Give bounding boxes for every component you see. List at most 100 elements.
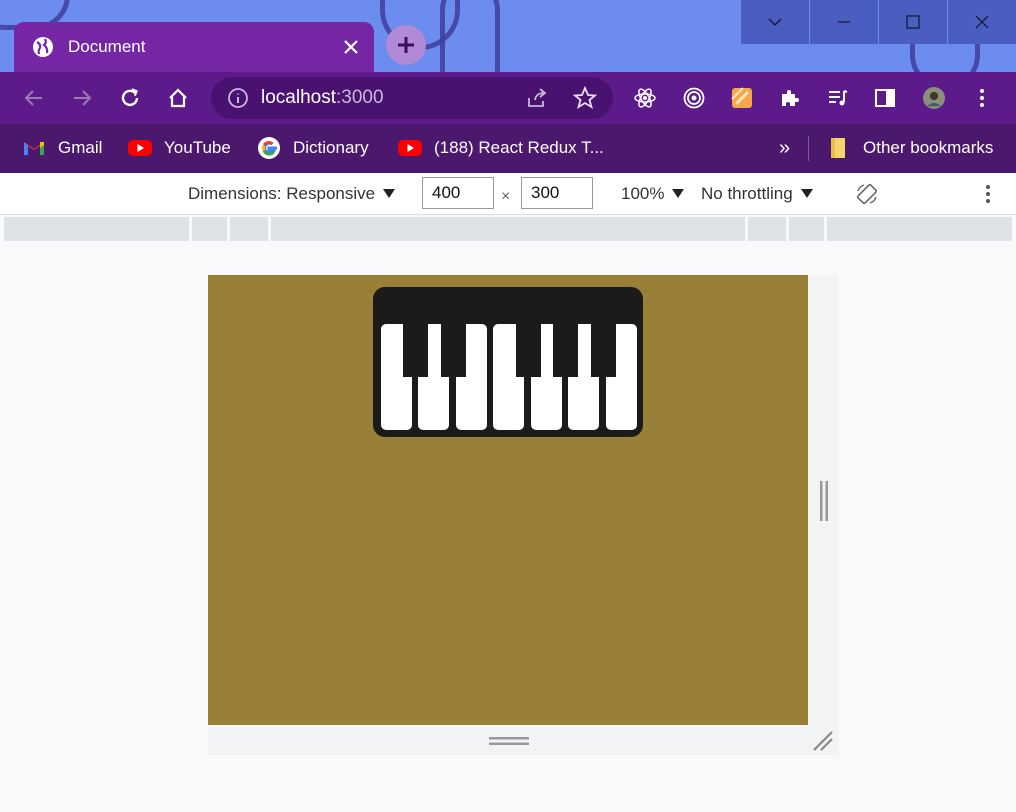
star-icon[interactable] xyxy=(573,86,597,110)
minimize-button[interactable] xyxy=(810,0,878,44)
caret-down-icon xyxy=(672,189,685,198)
media-query-bar[interactable] xyxy=(4,217,1012,241)
side-panel-icon xyxy=(875,89,895,107)
minimize-icon xyxy=(838,21,850,23)
google-icon xyxy=(258,137,280,159)
plus-icon xyxy=(398,37,414,53)
profile-avatar[interactable] xyxy=(915,79,953,117)
rotate-button[interactable] xyxy=(855,173,879,215)
maximize-button[interactable] xyxy=(879,0,947,44)
ruler-divider xyxy=(745,217,748,241)
piano-black-key[interactable] xyxy=(516,317,541,377)
device-toolbar-menu[interactable] xyxy=(978,173,998,215)
throttling-dropdown[interactable]: No throttling xyxy=(701,173,813,215)
react-icon xyxy=(634,88,656,108)
dimensions-dropdown[interactable]: Dimensions: Responsive xyxy=(188,173,396,215)
notepad-icon xyxy=(731,87,752,108)
bookmark-other-folder[interactable]: Other bookmarks xyxy=(817,130,1003,166)
viewport-width-resize-handle[interactable] xyxy=(819,481,829,521)
back-button[interactable] xyxy=(15,79,53,117)
piano-black-key[interactable] xyxy=(553,317,578,377)
reload-icon xyxy=(121,88,139,107)
notes-extension[interactable] xyxy=(723,79,761,117)
globe-icon xyxy=(33,37,53,57)
browser-menu-button[interactable] xyxy=(963,79,1001,117)
home-icon xyxy=(169,88,187,108)
side-panel-button[interactable] xyxy=(866,79,904,117)
close-window-button[interactable] xyxy=(948,0,1016,44)
chevron-down-icon xyxy=(768,18,782,27)
address-bar[interactable]: localhost:3000 xyxy=(211,77,613,119)
browser-toolbar: localhost:3000 xyxy=(0,72,1016,124)
tab-close-button[interactable] xyxy=(334,30,368,64)
device-toolbar: Dimensions: Responsive 400 × 300 100% No… xyxy=(0,173,1016,215)
maximize-icon xyxy=(906,15,920,29)
caret-down-icon xyxy=(800,189,813,198)
media-control-button[interactable] xyxy=(819,79,857,117)
bookmark-label: YouTube xyxy=(164,138,231,157)
url-port: :3000 xyxy=(336,87,384,108)
piano-black-key[interactable] xyxy=(403,317,428,377)
zoom-dropdown[interactable]: 100% xyxy=(621,173,685,215)
gmail-icon xyxy=(24,142,44,155)
piano-black-key[interactable] xyxy=(591,317,616,377)
share-icon[interactable] xyxy=(525,86,549,110)
arrow-right-icon xyxy=(74,90,92,106)
browser-tab[interactable]: Document xyxy=(14,22,374,72)
bookmark-label: Dictionary xyxy=(293,138,369,157)
reload-button[interactable] xyxy=(111,79,149,117)
close-icon xyxy=(344,40,358,54)
bookmark-dictionary[interactable]: Dictionary xyxy=(247,130,379,166)
bookmark-youtube[interactable]: YouTube xyxy=(118,130,241,166)
bookmark-react-redux[interactable]: (188) React Redux T... xyxy=(388,130,614,166)
rotate-device-icon xyxy=(856,183,878,205)
forward-button[interactable] xyxy=(63,79,101,117)
tab-search-button[interactable] xyxy=(741,0,809,44)
target-icon xyxy=(683,87,705,109)
width-input[interactable]: 400 xyxy=(422,177,494,209)
piano-keyboard[interactable] xyxy=(373,287,643,437)
extensions-button[interactable] xyxy=(771,79,809,117)
bookmarks-overflow-button[interactable]: » xyxy=(769,130,800,166)
folder-icon xyxy=(831,138,845,158)
ruler-divider xyxy=(227,217,230,241)
home-button[interactable] xyxy=(159,79,197,117)
info-icon xyxy=(228,88,248,108)
dimensions-label: Dimensions: Responsive xyxy=(188,184,376,203)
height-input[interactable]: 300 xyxy=(521,177,593,209)
window-titlebar: Document xyxy=(0,0,1016,72)
bookmark-gmail[interactable]: Gmail xyxy=(12,130,112,166)
bookmarks-bar: Gmail YouTube Dictionary (188) React Red… xyxy=(0,124,1016,173)
ruler-divider xyxy=(268,217,271,241)
close-icon xyxy=(975,15,989,29)
viewport-height-resize-handle[interactable] xyxy=(489,736,529,746)
more-vertical-icon xyxy=(986,185,990,203)
tab-title: Document xyxy=(68,37,146,56)
new-tab-button[interactable] xyxy=(386,25,426,65)
bookmark-label: Gmail xyxy=(58,138,103,157)
youtube-icon xyxy=(398,140,422,156)
bookmark-label: (188) React Redux T... xyxy=(434,138,604,157)
zoom-label: 100% xyxy=(621,184,665,203)
viewport-corner-resize-handle[interactable] xyxy=(812,730,834,752)
youtube-icon xyxy=(128,140,152,156)
avatar xyxy=(923,87,945,109)
throttling-label: No throttling xyxy=(701,184,793,203)
url-host: localhost xyxy=(261,87,336,108)
arrow-left-icon xyxy=(24,90,42,106)
window-controls xyxy=(740,0,1016,44)
puzzle-icon xyxy=(782,90,799,106)
playlist-icon xyxy=(829,90,848,106)
react-devtools-extension[interactable] xyxy=(626,79,664,117)
more-vertical-icon xyxy=(980,89,984,107)
wallpaper-decoration xyxy=(440,0,500,72)
caret-down-icon xyxy=(383,189,396,198)
overflow-chevron: » xyxy=(779,136,791,159)
ruler-divider xyxy=(824,217,827,241)
ruler-divider xyxy=(786,217,789,241)
piano-black-key[interactable] xyxy=(441,317,466,377)
bookmarks-divider xyxy=(808,136,809,161)
redux-extension[interactable] xyxy=(675,79,713,117)
dimension-times: × xyxy=(501,188,511,205)
bookmark-label: Other bookmarks xyxy=(863,138,994,157)
